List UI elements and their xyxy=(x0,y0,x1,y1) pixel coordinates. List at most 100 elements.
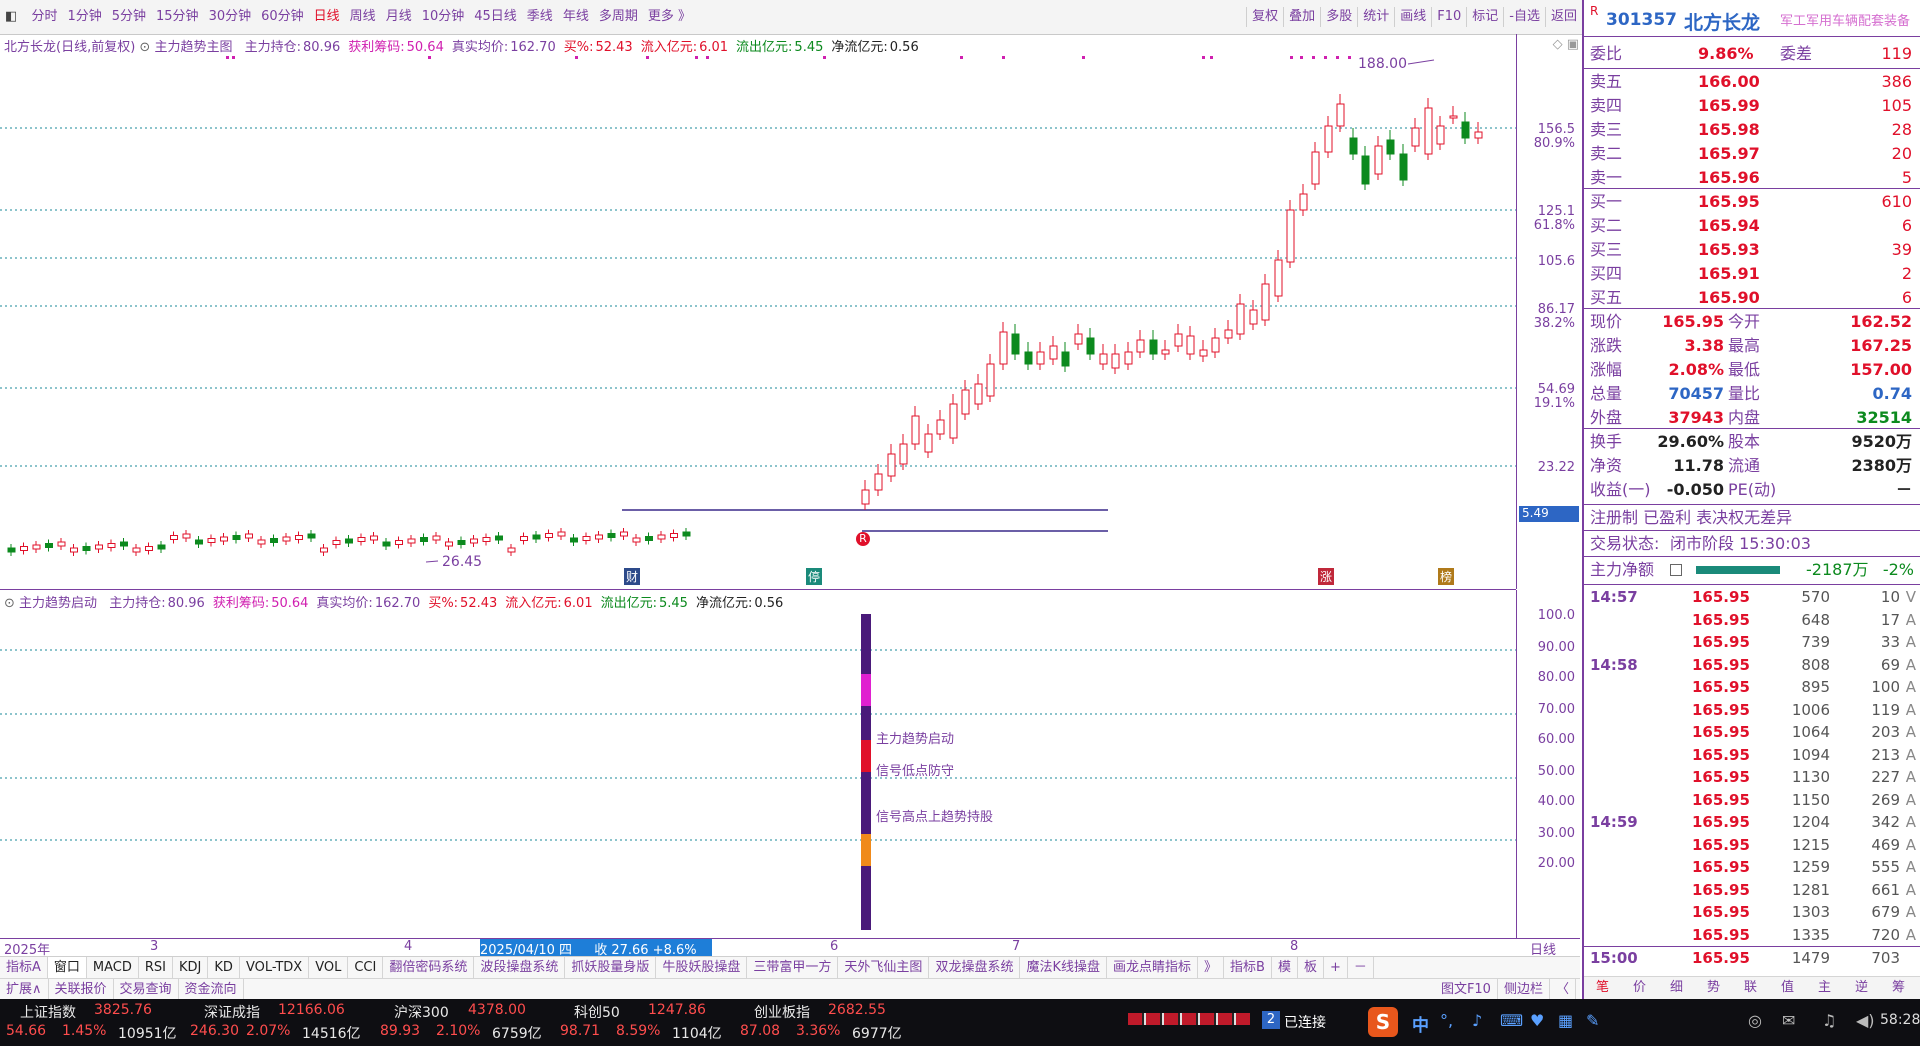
ext-tab-0[interactable]: 扩展∧ xyxy=(0,979,49,1001)
candle[interactable] xyxy=(370,532,378,544)
candle[interactable] xyxy=(270,534,278,547)
ime-mode[interactable]: 中 xyxy=(1412,1011,1429,1036)
candle[interactable] xyxy=(507,544,516,556)
panel-toggle-icon[interactable]: ◧ xyxy=(0,0,22,34)
candle[interactable] xyxy=(1374,136,1383,180)
candle[interactable] xyxy=(1324,116,1333,158)
period-tab-13[interactable]: 多周期 xyxy=(594,0,643,34)
candle[interactable] xyxy=(1249,300,1258,330)
index-name[interactable]: 沪深300 xyxy=(394,1002,449,1022)
candle[interactable] xyxy=(245,530,253,542)
candle[interactable] xyxy=(382,538,391,550)
dragon-tiger-marker[interactable]: 榜 xyxy=(1438,568,1455,585)
candle[interactable] xyxy=(1036,342,1045,370)
candle[interactable] xyxy=(607,529,616,542)
candle[interactable] xyxy=(445,538,453,550)
limit-up-marker[interactable]: 涨 xyxy=(1318,568,1335,585)
concept-tag[interactable]: 军工军用车辆配套装备 xyxy=(1780,10,1910,29)
candle[interactable] xyxy=(949,394,958,444)
candle[interactable] xyxy=(207,534,216,547)
keyboard-icon[interactable]: ⌨ xyxy=(1500,1011,1523,1030)
toolbar-action-3[interactable]: 统计 xyxy=(1358,0,1394,34)
candle[interactable] xyxy=(120,538,128,550)
candle[interactable] xyxy=(1174,324,1183,352)
candle[interactable] xyxy=(1261,274,1270,326)
toolbar-action-4[interactable]: 画线 xyxy=(1395,0,1431,34)
detail-tab-8[interactable]: 筹 xyxy=(1880,977,1917,999)
candle[interactable] xyxy=(470,535,478,547)
candle[interactable] xyxy=(432,532,441,544)
candle[interactable] xyxy=(1449,106,1458,124)
candle[interactable] xyxy=(1211,328,1220,358)
indicator-tab-10[interactable]: 波段操盘系统 xyxy=(474,957,566,979)
candle[interactable] xyxy=(195,536,203,548)
candle[interactable] xyxy=(107,539,116,552)
candle[interactable] xyxy=(1086,328,1095,360)
punctuation-icon[interactable]: °, xyxy=(1440,1011,1453,1030)
indicator-tab-14[interactable]: 天外飞仙主图 xyxy=(838,957,930,979)
candle[interactable] xyxy=(1436,116,1445,150)
bid-row[interactable]: 买四 165.91 2 xyxy=(1584,262,1920,286)
sogou-ime-icon[interactable]: S xyxy=(1368,1007,1398,1037)
indicator-tab-16[interactable]: 魔法K线操盘 xyxy=(1020,957,1107,979)
toolbar-action-8[interactable]: 返回 xyxy=(1546,0,1582,34)
candle[interactable] xyxy=(1186,326,1195,360)
toolbar-action-6[interactable]: 标记 xyxy=(1467,0,1503,34)
candle[interactable] xyxy=(874,464,883,496)
toolbar-action-5[interactable]: F10 xyxy=(1432,0,1466,34)
candle[interactable] xyxy=(911,406,920,450)
bid-row[interactable]: 买一 165.95 610 xyxy=(1584,190,1920,214)
candle[interactable] xyxy=(170,531,178,544)
diamond-icon[interactable]: ◇ ▣ xyxy=(1553,37,1579,52)
candle[interactable] xyxy=(82,542,91,555)
candle[interactable] xyxy=(282,533,291,545)
candle[interactable] xyxy=(1386,130,1395,160)
period-tab-6[interactable]: 日线 xyxy=(309,0,345,34)
indicator-tab-13[interactable]: 三带富甲一方 xyxy=(747,957,839,979)
detail-tab-6[interactable]: 主 xyxy=(1806,977,1843,999)
candle[interactable] xyxy=(295,531,303,544)
indicator-tab-8[interactable]: CCI xyxy=(348,957,384,979)
candle[interactable] xyxy=(307,530,316,542)
candle[interactable] xyxy=(395,536,403,549)
mic-icon[interactable]: ♪ xyxy=(1472,1011,1482,1030)
period-tab-1[interactable]: 1分钟 xyxy=(62,0,106,34)
indicator-tab-18[interactable]: 》 xyxy=(1198,957,1225,979)
period-tab-9[interactable]: 10分钟 xyxy=(417,0,470,34)
period-tab-8[interactable]: 月线 xyxy=(381,0,417,34)
candle[interactable] xyxy=(1411,118,1420,152)
period-tab-12[interactable]: 年线 xyxy=(558,0,594,34)
candle[interactable] xyxy=(1474,122,1483,144)
candle[interactable] xyxy=(670,529,678,542)
indicator-tab-4[interactable]: KDJ xyxy=(173,957,209,979)
toolbar-action-7[interactable]: -自选 xyxy=(1504,0,1545,34)
volume-icon[interactable]: ◀) xyxy=(1856,1011,1875,1030)
candle[interactable] xyxy=(332,536,341,549)
candle[interactable] xyxy=(20,542,28,555)
period-tab-14[interactable]: 更多 》 xyxy=(643,0,696,34)
bid-row[interactable]: 买二 165.94 6 xyxy=(1584,214,1920,238)
candle[interactable] xyxy=(1311,142,1320,190)
candle[interactable] xyxy=(1461,112,1470,144)
indicator-tab-1[interactable]: 窗口 xyxy=(47,957,87,979)
net-flow-icon[interactable] xyxy=(1670,564,1682,576)
candle[interactable] xyxy=(861,480,870,510)
detail-tab-1[interactable]: 价 xyxy=(1621,977,1658,999)
index-name[interactable]: 科创50 xyxy=(574,1002,620,1022)
connection-status[interactable]: 已连接 xyxy=(1284,1012,1326,1032)
candle[interactable] xyxy=(520,532,528,545)
candle[interactable] xyxy=(1286,200,1295,268)
ext-tab-1[interactable]: 关联报价 xyxy=(49,979,114,1001)
period-tab-10[interactable]: 45日线 xyxy=(469,0,522,34)
candle[interactable] xyxy=(582,532,591,545)
candle[interactable] xyxy=(1199,340,1208,362)
period-tab-3[interactable]: 15分钟 xyxy=(151,0,204,34)
indicator-tab-22[interactable]: + xyxy=(1324,957,1348,979)
candle[interactable] xyxy=(70,544,78,556)
indicator-tab-21[interactable]: 板 xyxy=(1298,957,1324,979)
indicator-tab-12[interactable]: 牛股妖股操盘 xyxy=(656,957,748,979)
candle[interactable] xyxy=(357,533,366,546)
candle[interactable] xyxy=(570,534,578,546)
candle[interactable] xyxy=(595,531,603,543)
detail-tab-7[interactable]: 逆 xyxy=(1843,977,1880,999)
